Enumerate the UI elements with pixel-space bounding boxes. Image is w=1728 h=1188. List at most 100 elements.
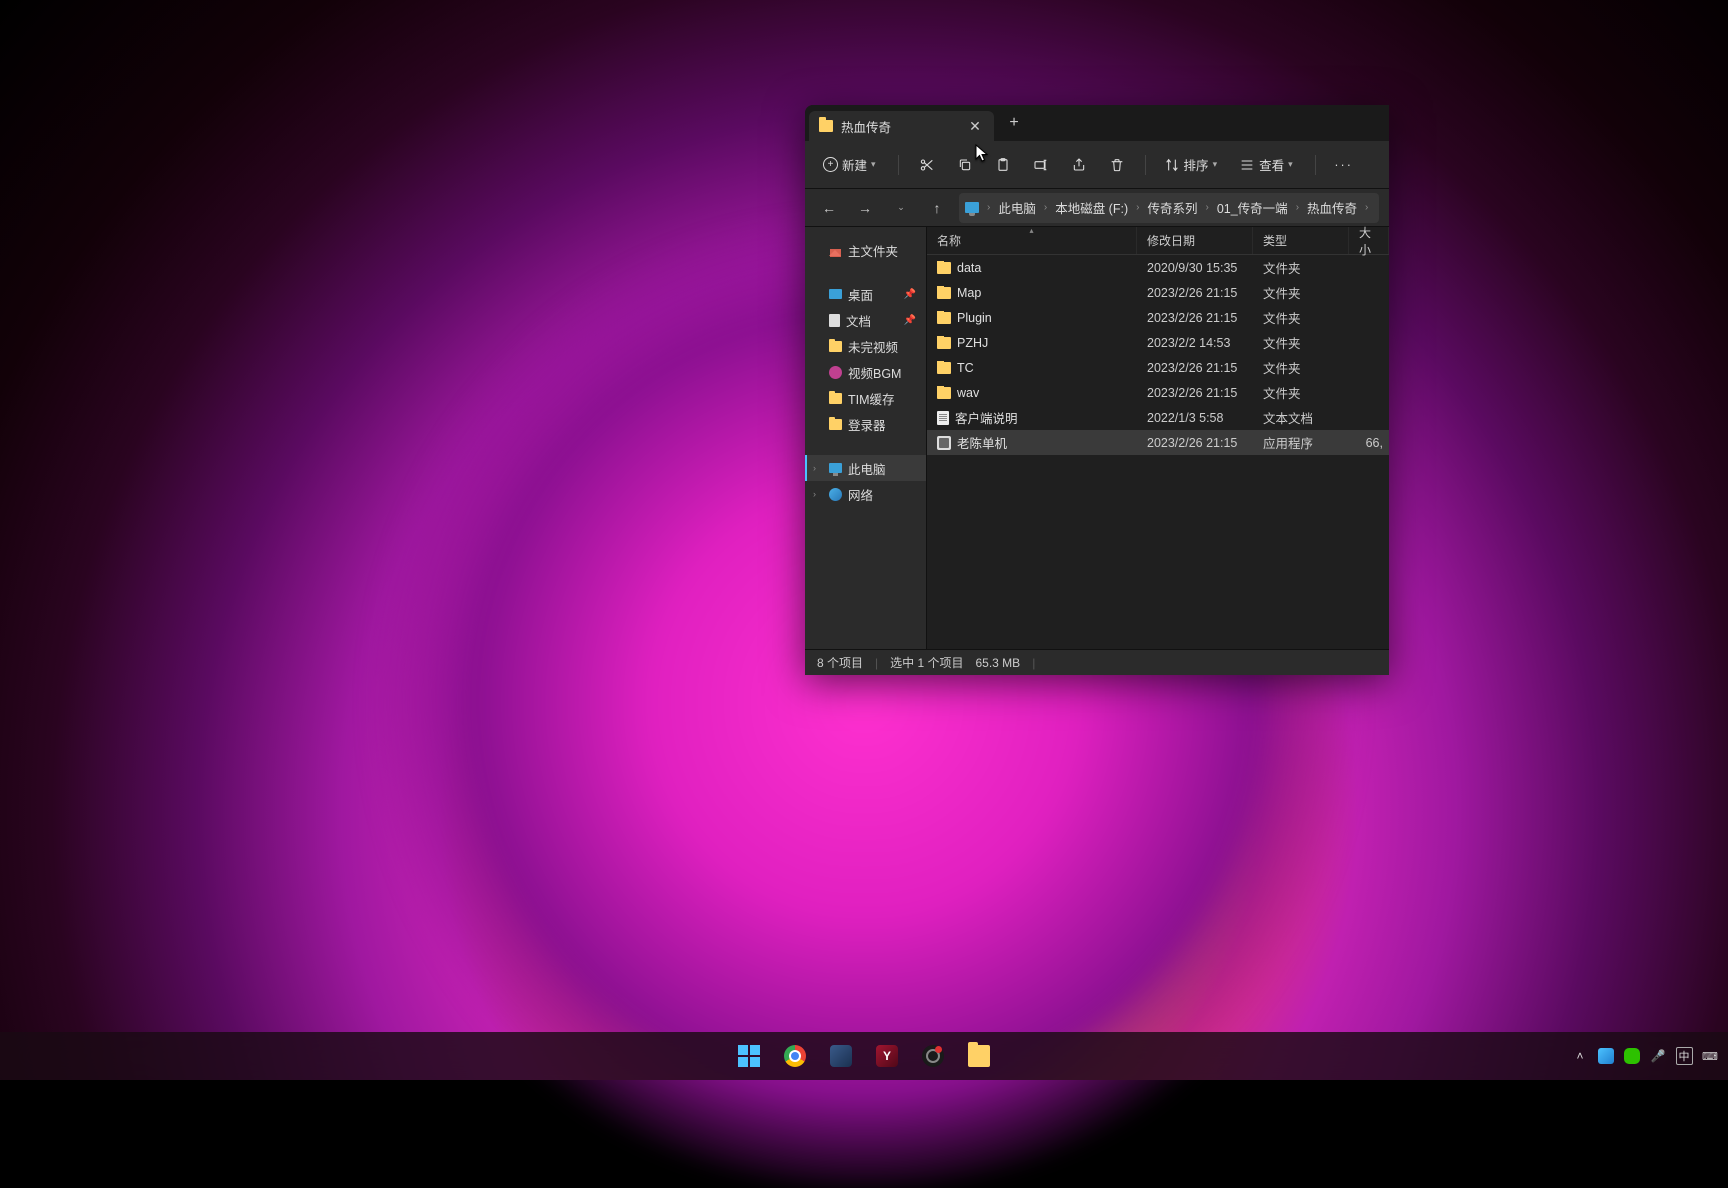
sidebar-quick-item[interactable]: 桌面 📌 xyxy=(805,281,926,307)
file-size: 66, xyxy=(1349,436,1389,450)
column-type[interactable]: 类型 xyxy=(1253,227,1349,254)
tray-microphone[interactable]: 🎤 xyxy=(1650,1048,1666,1064)
chevron-right-icon[interactable]: › xyxy=(813,489,816,499)
pin-icon: 📌 xyxy=(904,315,916,326)
chevron-right-icon: › xyxy=(1136,202,1139,213)
pc-icon xyxy=(965,202,979,213)
file-name: data xyxy=(957,261,981,275)
sidebar-quick-item[interactable]: 视频BGM xyxy=(805,359,926,385)
chevron-right-icon: › xyxy=(1044,202,1047,213)
file-row[interactable]: data2020/9/30 15:35文件夹 xyxy=(927,255,1389,280)
file-row[interactable]: Plugin2023/2/26 21:15文件夹 xyxy=(927,305,1389,330)
pin-icon: 📌 xyxy=(904,289,916,300)
sort-icon xyxy=(1164,157,1180,173)
sidebar-home[interactable]: 主文件夹 xyxy=(805,237,926,263)
back-button[interactable]: ← xyxy=(815,194,843,222)
column-size[interactable]: 大小 xyxy=(1349,227,1389,254)
file-date: 2023/2/26 21:15 xyxy=(1137,361,1253,375)
file-row[interactable]: TC 2023/2/26 21:15文件夹 xyxy=(927,355,1389,380)
tray-ime[interactable]: 中 xyxy=(1676,1048,1692,1064)
column-date[interactable]: 修改日期 xyxy=(1137,227,1253,254)
file-date: 2023/2/26 21:15 xyxy=(1137,286,1253,300)
breadcrumb-item[interactable]: 01_传奇一端 xyxy=(1213,196,1292,219)
breadcrumb-item[interactable]: 本地磁盘 (F:) xyxy=(1051,196,1132,219)
tray-overflow-button[interactable]: ˄ xyxy=(1572,1048,1588,1064)
sidebar-label: 网络 xyxy=(848,485,873,504)
separator xyxy=(898,155,899,175)
column-name[interactable]: ▴ 名称 xyxy=(927,227,1137,254)
sidebar-quick-item[interactable]: TIM缓存 xyxy=(805,385,926,411)
file-rows[interactable]: data2020/9/30 15:35文件夹Map2023/2/26 21:15… xyxy=(927,255,1389,649)
file-row[interactable]: 客户端说明2022/1/3 5:58文本文档 xyxy=(927,405,1389,430)
tray-ime2[interactable]: ⌨ xyxy=(1702,1048,1718,1064)
file-name: wav xyxy=(957,386,979,400)
folder-icon xyxy=(937,287,951,299)
tray-copilot[interactable] xyxy=(1598,1048,1614,1064)
file-row[interactable]: PZHJ2023/2/2 14:53文件夹 xyxy=(927,330,1389,355)
sidebar-network[interactable]: › 网络 xyxy=(805,481,926,507)
file-type: 文件夹 xyxy=(1253,333,1349,352)
sidebar-thispc[interactable]: › 此电脑 xyxy=(805,455,926,481)
rename-button[interactable] xyxy=(1025,149,1057,181)
tray-wechat[interactable] xyxy=(1624,1048,1640,1064)
tab-active[interactable]: 热血传奇 ✕ xyxy=(809,111,994,141)
file-date: 2022/1/3 5:58 xyxy=(1137,411,1253,425)
sort-button[interactable]: 排序 ▾ xyxy=(1158,149,1228,181)
up-button[interactable]: ↑ xyxy=(923,194,951,222)
sidebar-label: 登录器 xyxy=(848,415,886,434)
paste-button[interactable] xyxy=(987,149,1019,181)
taskbar-chrome[interactable] xyxy=(775,1036,815,1076)
view-button[interactable]: 查看 ▾ xyxy=(1233,149,1303,181)
close-tab-button[interactable]: ✕ xyxy=(966,117,984,135)
breadcrumb-item[interactable]: 传奇系列 xyxy=(1143,196,1201,219)
file-row[interactable]: wav2023/2/26 21:15文件夹 xyxy=(927,380,1389,405)
windows-icon xyxy=(738,1045,760,1067)
navigation-pane: 主文件夹 桌面 📌 文档 📌 未完视频 xyxy=(805,227,927,649)
breadcrumb-item[interactable]: 此电脑 xyxy=(994,196,1040,219)
new-label: 新建 xyxy=(842,155,867,174)
sidebar-label: 桌面 xyxy=(848,285,873,304)
tab-title: 热血传奇 xyxy=(841,117,891,136)
more-button[interactable]: ··· xyxy=(1328,149,1360,181)
forward-button[interactable]: → xyxy=(851,194,879,222)
file-name: Plugin xyxy=(957,311,992,325)
nav-bar: ← → ⌄ ↑ › 此电脑 › 本地磁盘 (F:) › 传奇系列 › 01_传奇… xyxy=(805,189,1389,227)
file-type: 文件夹 xyxy=(1253,383,1349,402)
folder-icon xyxy=(829,419,842,430)
file-type: 文件夹 xyxy=(1253,283,1349,302)
share-button[interactable] xyxy=(1063,149,1095,181)
file-row[interactable]: Map2023/2/26 21:15文件夹 xyxy=(927,280,1389,305)
chevron-right-icon[interactable]: › xyxy=(813,463,816,473)
copy-button[interactable] xyxy=(949,149,981,181)
exe-icon xyxy=(937,436,951,450)
sidebar-quick-item[interactable]: 登录器 xyxy=(805,411,926,437)
sidebar-label: 此电脑 xyxy=(848,459,886,478)
clipboard-icon xyxy=(995,157,1011,173)
address-bar[interactable]: › 此电脑 › 本地磁盘 (F:) › 传奇系列 › 01_传奇一端 › 热血传… xyxy=(959,193,1379,223)
sidebar-quick-item[interactable]: 未完视频 xyxy=(805,333,926,359)
pc-icon xyxy=(829,463,842,473)
file-name: TC xyxy=(957,361,974,375)
separator: | xyxy=(875,656,878,670)
breadcrumb-item[interactable]: 热血传奇 xyxy=(1303,196,1361,219)
taskbar-app1[interactable] xyxy=(821,1036,861,1076)
document-icon xyxy=(829,314,840,327)
plus-circle-icon: + xyxy=(823,157,838,172)
sort-label: 排序 xyxy=(1184,155,1209,174)
separator xyxy=(1145,155,1146,175)
cut-button[interactable] xyxy=(911,149,943,181)
file-type: 文件夹 xyxy=(1253,358,1349,377)
start-button[interactable] xyxy=(729,1036,769,1076)
taskbar-explorer[interactable] xyxy=(959,1036,999,1076)
new-button[interactable]: + 新建 ▾ xyxy=(817,149,886,181)
taskbar-app2[interactable] xyxy=(867,1036,907,1076)
new-tab-button[interactable]: + xyxy=(998,108,1030,138)
folder-icon xyxy=(937,312,951,324)
file-type: 文本文档 xyxy=(1253,408,1349,427)
file-row[interactable]: 老陈单机2023/2/26 21:15应用程序66, xyxy=(927,430,1389,455)
taskbar-obs[interactable] xyxy=(913,1036,953,1076)
sidebar-quick-item[interactable]: 文档 📌 xyxy=(805,307,926,333)
history-button[interactable]: ⌄ xyxy=(887,194,915,222)
chevron-up-icon: ˄ xyxy=(1576,1049,1583,1063)
delete-button[interactable] xyxy=(1101,149,1133,181)
